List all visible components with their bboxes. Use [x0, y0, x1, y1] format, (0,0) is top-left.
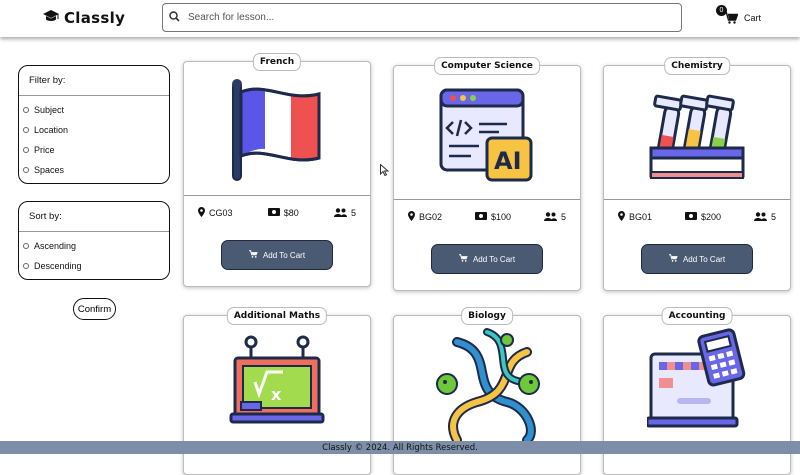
location-item: BG01 [618, 211, 652, 223]
radio-button[interactable] [23, 147, 29, 153]
cart-button[interactable]: 0 Cart [716, 5, 761, 31]
cart-label: Cart [744, 13, 762, 23]
lesson-meta: CG03 $80 5 [198, 207, 356, 219]
cart-icon [668, 254, 678, 264]
radio-button[interactable] [23, 107, 29, 113]
filter-option-price[interactable]: Price [19, 140, 169, 160]
lesson-title: Accounting [661, 307, 733, 325]
radio-button[interactable] [23, 167, 29, 173]
lesson-title: Chemistry [664, 57, 730, 75]
location-pin-icon [618, 211, 625, 223]
radio-button[interactable] [23, 263, 29, 269]
math-board-icon: x [184, 334, 370, 434]
confirm-button[interactable]: Confirm [73, 298, 116, 320]
users-icon [753, 211, 767, 223]
dna-icon [394, 322, 580, 442]
cart-icon [724, 11, 739, 29]
price-item: $100 [474, 212, 511, 222]
users-icon [333, 207, 347, 219]
sort-option-descending[interactable]: Descending [19, 256, 169, 276]
card-divider [394, 199, 580, 200]
cart-icon [458, 254, 468, 264]
footer: Classly © 2024. All Rights Reserved. [0, 441, 800, 454]
price-item: $200 [684, 212, 721, 222]
spaces-item: 5 [333, 207, 356, 219]
mouse-cursor-icon [380, 163, 390, 181]
france-flag-icon [184, 70, 370, 190]
calculator-laptop-icon [604, 326, 790, 436]
top-navbar: Classly 0 Cart [0, 0, 800, 37]
spaces-item: 5 [753, 211, 776, 223]
location-pin-icon [198, 207, 205, 219]
sort-title: Sort by: [19, 202, 169, 232]
cart-count-badge: 0 [716, 5, 727, 16]
search-icon [169, 9, 180, 27]
add-to-cart-button[interactable]: Add To Cart [641, 244, 753, 274]
spaces-item: 5 [543, 211, 566, 223]
filter-title: Filter by: [19, 66, 169, 96]
location-pin-icon [408, 211, 415, 223]
lesson-meta: BG01 $200 5 [618, 211, 776, 223]
ai-computer-icon: AI [394, 74, 580, 194]
graduation-cap-icon [42, 9, 60, 28]
lesson-card-french: French CG03 $80 5 Add To Cart [183, 53, 371, 287]
add-to-cart-button[interactable]: Add To Cart [221, 240, 333, 270]
price-item: $80 [267, 208, 299, 218]
filter-option-spaces[interactable]: Spaces [19, 160, 169, 180]
lesson-card-chemistry: Chemistry BG01 $200 5 Add To Cart [603, 57, 791, 291]
svg-text:AI: AI [494, 147, 522, 175]
search-input[interactable] [188, 12, 668, 23]
sort-panel: Sort by: Ascending Descending [18, 201, 170, 280]
filter-panel: Filter by: Subject Location Price Spaces [18, 65, 170, 184]
location-item: CG03 [198, 207, 233, 219]
add-to-cart-button[interactable]: Add To Cart [431, 244, 543, 274]
logo-text: Classly [64, 9, 126, 27]
radio-button[interactable] [23, 243, 29, 249]
radio-button[interactable] [23, 127, 29, 133]
money-icon [684, 212, 697, 222]
footer-text: Classly © 2024. All Rights Reserved. [322, 442, 478, 453]
svg-text:x: x [271, 385, 282, 404]
filter-option-location[interactable]: Location [19, 120, 169, 140]
sort-option-ascending[interactable]: Ascending [19, 236, 169, 256]
test-tubes-icon [604, 74, 790, 194]
card-divider [184, 195, 370, 196]
lesson-title: Additional Maths [226, 307, 328, 325]
logo[interactable]: Classly [42, 8, 125, 28]
users-icon [543, 211, 557, 223]
money-icon [474, 212, 487, 222]
lesson-meta: BG02 $100 5 [408, 211, 566, 223]
filter-option-subject[interactable]: Subject [19, 100, 169, 120]
card-divider [604, 199, 790, 200]
money-icon [267, 208, 280, 218]
lesson-card-computer-science: Computer Science AI BG02 $100 5 Add To C… [393, 57, 581, 291]
lesson-title: French [252, 53, 302, 71]
cart-icon [248, 250, 258, 260]
search-bar[interactable] [162, 3, 682, 32]
lesson-title: Computer Science [434, 57, 540, 75]
location-item: BG02 [408, 211, 442, 223]
